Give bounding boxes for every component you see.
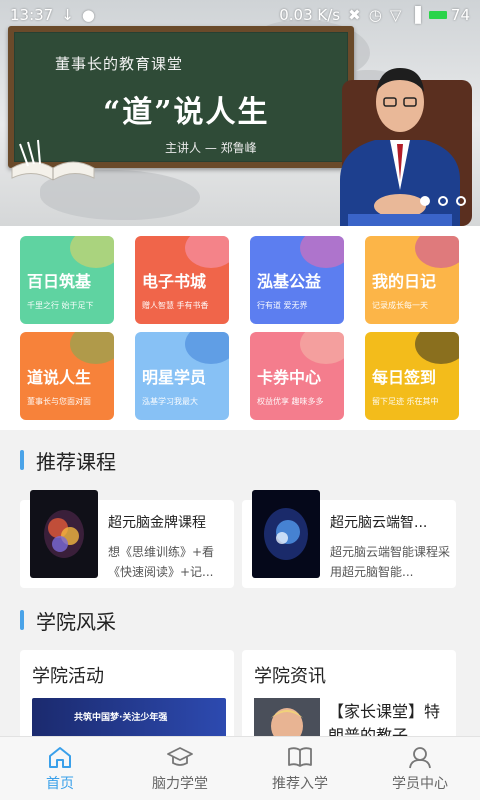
user-icon [409, 746, 431, 768]
course-thumbnail [30, 490, 98, 578]
tile-hundred-days[interactable]: 百日筑基 千里之行 始于足下 [20, 236, 114, 324]
hero-banner[interactable]: 董事长的教育课堂 “道”说人生 主讲人 — 郑鲁峰 [0, 0, 480, 226]
network-speed: 0.03 K/s [279, 6, 341, 24]
board-title: “道”说人生 [103, 95, 270, 130]
notification-icon: ● [81, 6, 95, 24]
feature-grid: 百日筑基 千里之行 始于足下 电子书城 赠人智慧 手有书香 泓基公益 行有道 爱… [0, 226, 480, 430]
college-section-header: 学院风采 [0, 590, 480, 650]
activity-banner-image: 共筑中国梦·关注少年强 [32, 698, 226, 738]
course-description: 超元脑云端智能课程采用超元脑智能... [330, 545, 450, 579]
activity-banner-text: 共筑中国梦·关注少年强 [74, 713, 168, 723]
board-subtitle: 董事长的教育课堂 [55, 55, 184, 73]
tile-decoration [300, 236, 344, 268]
clock: 13:37 [10, 6, 54, 24]
tile-decoration [70, 332, 114, 364]
card-title: 学院资讯 [254, 666, 326, 687]
nav-brain-school[interactable]: 脑力学堂 [120, 737, 240, 800]
usb-icon: ↓ [61, 6, 74, 24]
carousel-dot[interactable] [420, 196, 430, 206]
nav-student-center[interactable]: 学员中心 [360, 737, 480, 800]
section-accent-bar [20, 450, 24, 470]
news-thumbnail [254, 698, 320, 740]
home-icon [49, 746, 71, 768]
nav-label: 学员中心 [392, 775, 448, 792]
course-title: 超元脑云端智... [330, 515, 428, 531]
college-news-card[interactable]: 学院资讯 【家长课堂】特朗普的教子 [242, 650, 456, 740]
tile-star-students[interactable]: 明星学员 泓基学习我最大 [135, 332, 229, 420]
tile-dao-life[interactable]: 道说人生 董事长与您面对面 [20, 332, 114, 420]
nav-home[interactable]: 首页 [0, 737, 120, 800]
alarm-icon: ◷ [368, 6, 382, 24]
card-title: 学院活动 [32, 666, 104, 687]
status-bar: 13:37 ↓ ● 0.03 K/s ✖ ◷ ▽ ▐ 74 [0, 0, 480, 30]
tile-decoration [185, 236, 229, 268]
course-thumbnail [252, 490, 320, 578]
section-title: 学院风采 [36, 609, 116, 634]
battery-level: 74 [450, 6, 470, 24]
graduation-cap-icon [167, 746, 193, 766]
tile-daily-checkin[interactable]: 每日签到 留下足迹 乐在其中 [365, 332, 459, 420]
recommended-section-header: 推荐课程 [0, 430, 480, 490]
tile-decoration [415, 332, 459, 364]
bottom-navigation: 首页 脑力学堂 推荐入学 学员中心 [0, 736, 480, 800]
battery-icon [428, 11, 447, 19]
tile-decoration [300, 332, 344, 364]
college-activity-card[interactable]: 学院活动 共筑中国梦·关注少年强 [20, 650, 234, 740]
tile-decoration [185, 332, 229, 364]
nav-label: 首页 [46, 775, 74, 792]
course-title: 超元脑金牌课程 [108, 515, 206, 531]
tile-charity[interactable]: 泓基公益 行有道 爱无界 [250, 236, 344, 324]
carousel-indicators [420, 196, 466, 206]
tile-decoration [415, 236, 459, 268]
course-card[interactable]: 超元脑云端智... 超元脑云端智能课程采用超元脑智能... [242, 490, 456, 588]
tile-ebook-store[interactable]: 电子书城 赠人智慧 手有书香 [135, 236, 229, 324]
nav-label: 推荐入学 [272, 775, 328, 792]
news-headline: 【家长课堂】特朗普的教子 [328, 702, 441, 740]
open-book-illustration [11, 139, 95, 181]
section-title: 推荐课程 [36, 449, 116, 474]
wifi-icon: ▽ [389, 6, 402, 24]
carousel-dot[interactable] [438, 196, 448, 206]
tile-coupon-center[interactable]: 卡券中心 权益优享 趣味多多 [250, 332, 344, 420]
mute-icon: ✖ [348, 6, 361, 24]
section-accent-bar [20, 610, 24, 630]
tile-decoration [70, 236, 114, 268]
course-description: 想《思维训练》+看《快速阅读》+记... [108, 545, 215, 579]
battery-indicator: 74 [428, 6, 470, 24]
nav-recommend-enroll[interactable]: 推荐入学 [240, 737, 360, 800]
nav-label: 脑力学堂 [152, 775, 208, 792]
course-card[interactable]: 超元脑金牌课程 想《思维训练》+看《快速阅读》+记... [20, 490, 234, 588]
signal-icon: ▐ [409, 6, 421, 24]
carousel-dot[interactable] [456, 196, 466, 206]
tile-my-diary[interactable]: 我的日记 记录成长每一天 [365, 236, 459, 324]
board-speaker: 主讲人 — 郑鲁峰 [165, 141, 257, 155]
book-icon [288, 746, 312, 767]
